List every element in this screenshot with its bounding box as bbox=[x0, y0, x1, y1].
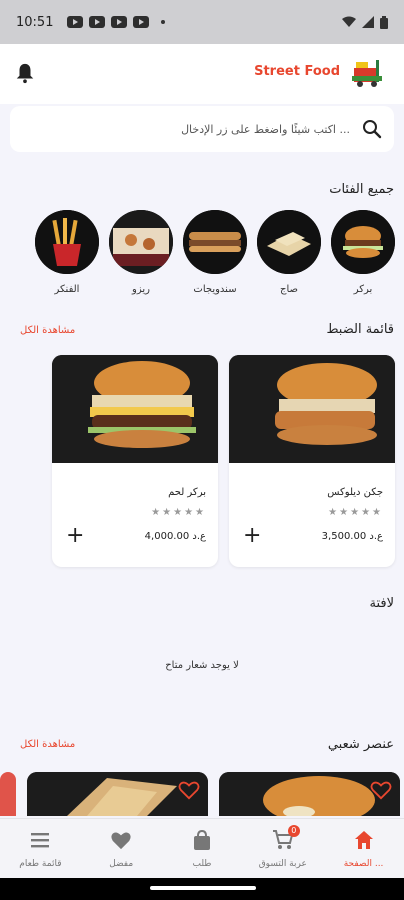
search-icon[interactable] bbox=[362, 119, 382, 139]
popular-card[interactable] bbox=[27, 772, 208, 816]
favorite-heart-icon[interactable] bbox=[178, 780, 200, 800]
category-sandwich-image bbox=[183, 210, 247, 274]
category-label: الفنكر bbox=[54, 284, 80, 295]
notification-bell-icon[interactable] bbox=[14, 62, 36, 84]
categories-row: بركر صاج سندويجات ريزو الفنكر bbox=[0, 210, 404, 300]
category-item[interactable]: سندويجات bbox=[183, 210, 247, 295]
system-gesture-area bbox=[0, 878, 404, 900]
popular-see-all-link[interactable]: مشاهدة الكل bbox=[20, 739, 75, 750]
product-name: بركر لحم bbox=[168, 487, 206, 498]
banner-title: لافتة bbox=[369, 596, 394, 611]
cart-count-badge: 0 bbox=[287, 824, 300, 837]
shopping-bag-icon bbox=[193, 829, 210, 850]
category-saj-image bbox=[257, 210, 321, 274]
nav-home[interactable]: الصفحة ... bbox=[324, 829, 404, 869]
category-item[interactable]: بركر bbox=[331, 210, 395, 295]
menu-icon bbox=[31, 832, 50, 847]
product-price: 4,000.00 ع.د bbox=[144, 531, 206, 542]
product-name: جكن ديلوكس bbox=[327, 487, 383, 498]
nav-orders[interactable]: طلب bbox=[162, 829, 242, 869]
nav-label: طلب bbox=[192, 858, 212, 869]
category-item[interactable]: صاج bbox=[257, 210, 321, 295]
nav-label: مفضل bbox=[109, 858, 134, 869]
status-time: 10:51 bbox=[16, 14, 54, 30]
category-item[interactable]: ريزو bbox=[109, 210, 173, 295]
nav-label: قائمة طعام bbox=[19, 858, 62, 869]
category-fingers-image bbox=[35, 210, 99, 274]
youtube-notification-icon bbox=[133, 16, 150, 28]
product-price: 3,500.00 ع.د bbox=[321, 531, 383, 542]
youtube-notification-icon bbox=[67, 16, 84, 28]
popular-card[interactable] bbox=[0, 772, 16, 816]
bottom-navigation: قائمة طعام مفضل طلب 0 عربة التسوق الصفحة… bbox=[0, 818, 404, 878]
popular-title: عنصر شعبي bbox=[327, 737, 394, 752]
nav-cart[interactable]: 0 عربة التسوق bbox=[243, 824, 323, 869]
rating-stars: ★★★★★ bbox=[328, 507, 383, 518]
nav-menu[interactable]: قائمة طعام bbox=[0, 829, 80, 869]
add-to-cart-button[interactable]: + bbox=[66, 525, 84, 547]
category-label: صاج bbox=[280, 284, 298, 295]
product-card[interactable]: بركر لحم ★★★★★ 4,000.00 ع.د + bbox=[52, 355, 218, 567]
search-bar[interactable]: اكتب شيئًا واضغط على زر الإدخال ... bbox=[10, 106, 394, 152]
product-card[interactable]: جكن ديلوكس ★★★★★ 3,500.00 ع.د + bbox=[229, 355, 395, 567]
category-label: سندويجات bbox=[193, 284, 237, 295]
search-input[interactable]: اكتب شيئًا واضغط على زر الإدخال ... bbox=[181, 123, 350, 136]
battery-icon bbox=[380, 15, 388, 29]
nav-favorites[interactable]: مفضل bbox=[81, 829, 161, 869]
popular-image bbox=[0, 772, 16, 816]
category-burger-image bbox=[331, 210, 395, 274]
nav-label: الصفحة ... bbox=[343, 858, 384, 869]
heart-icon bbox=[111, 832, 131, 849]
product-image bbox=[229, 355, 395, 463]
brand-name: Street Food bbox=[254, 64, 340, 79]
rating-stars: ★★★★★ bbox=[151, 507, 206, 518]
home-icon bbox=[354, 830, 373, 849]
product-image bbox=[52, 355, 218, 463]
menu-list-title: قائمة الضبط bbox=[326, 322, 394, 337]
street-food-logo bbox=[352, 60, 382, 87]
banner-empty-message: لا يوجد شعار متاح bbox=[165, 660, 239, 671]
category-item[interactable]: الفنكر bbox=[35, 210, 99, 295]
category-label: بركر bbox=[353, 284, 373, 295]
more-notifications-dot bbox=[161, 20, 166, 24]
signal-icon bbox=[362, 16, 374, 28]
status-bar: 10:51 bbox=[0, 0, 404, 44]
category-label: ريزو bbox=[132, 284, 150, 295]
favorite-heart-icon[interactable] bbox=[370, 780, 392, 800]
wifi-icon bbox=[342, 16, 356, 27]
add-to-cart-button[interactable]: + bbox=[243, 525, 261, 547]
home-gesture-handle[interactable] bbox=[150, 886, 256, 890]
category-rizo-image bbox=[109, 210, 173, 274]
youtube-notification-icon bbox=[111, 16, 128, 28]
categories-title: جميع الفئات bbox=[329, 182, 394, 197]
nav-label: عربة التسوق bbox=[258, 858, 307, 869]
popular-card[interactable] bbox=[219, 772, 400, 816]
app-header: Street Food bbox=[0, 44, 404, 104]
youtube-notification-icon bbox=[89, 16, 106, 28]
menu-see-all-link[interactable]: مشاهدة الكل bbox=[20, 325, 75, 336]
